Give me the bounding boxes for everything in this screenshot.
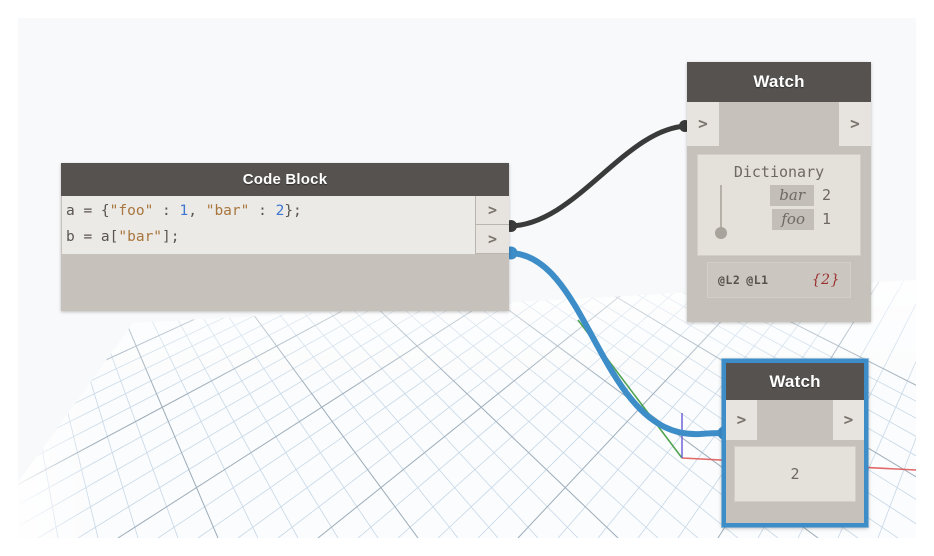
code-token-str: "bar" <box>118 229 162 245</box>
watch2-value-display: 2 <box>734 446 856 502</box>
watch2-output-port[interactable]: > <box>833 400 864 440</box>
watch2-input-port[interactable]: > <box>726 400 757 440</box>
dictionary-value: 2 <box>822 186 834 204</box>
code-token-punc: }; <box>284 203 301 219</box>
code-block-title: Code Block <box>61 163 509 196</box>
watch2-title: Watch <box>726 363 864 400</box>
code-token-num: 1 <box>180 203 189 219</box>
watch1-input-port[interactable]: > <box>687 102 719 146</box>
level-tag-l1[interactable]: @L1 <box>746 273 768 287</box>
dictionary-key: foo <box>772 209 814 230</box>
code-line[interactable]: a = {"foo" : 1, "bar" : 2}; <box>66 198 475 224</box>
code-token-punc: ]; <box>162 229 179 245</box>
output-port-a[interactable]: > <box>476 196 509 225</box>
code-block-editor[interactable]: a = {"foo" : 1, "bar" : 2};b = a["bar"]; <box>62 196 476 254</box>
dynamo-canvas-stage: Code Block a = {"foo" : 1, "bar" : 2};b … <box>0 0 934 556</box>
code-token-num: 2 <box>276 203 285 219</box>
output-port-b[interactable]: > <box>476 225 509 254</box>
watch1-body: Dictionary bar 2 foo 1 @L2 @L1 {2} <box>687 146 871 298</box>
code-token-str: "bar" <box>206 203 250 219</box>
code-block-output-ports: > > <box>476 196 509 254</box>
code-block-body: a = {"foo" : 1, "bar" : 2};b = a["bar"];… <box>61 196 509 311</box>
node-watch-dictionary[interactable]: Watch > > Dictionary bar 2 foo 1 <box>687 62 871 322</box>
code-token-punc: a = { <box>66 203 110 219</box>
tree-node-dot <box>715 227 727 239</box>
watch1-title: Watch <box>687 62 871 102</box>
level-tag-l2[interactable]: @L2 <box>718 273 740 287</box>
tree-connector-line <box>720 185 722 233</box>
watch1-output-port[interactable]: > <box>839 102 871 146</box>
watch1-footer: @L2 @L1 {2} <box>707 262 851 298</box>
node-watch-value[interactable]: Watch > > 2 <box>722 359 868 527</box>
item-count-badge: {2} <box>812 272 840 288</box>
dictionary-entry-row[interactable]: foo 1 <box>708 207 850 231</box>
dictionary-key: bar <box>770 185 814 206</box>
watch2-ports: > > <box>726 400 864 440</box>
code-token-punc: : <box>249 203 275 219</box>
dictionary-entry-row[interactable]: bar 2 <box>708 183 850 207</box>
list-level-tags[interactable]: @L2 @L1 <box>718 273 775 287</box>
dictionary-label: Dictionary <box>708 161 850 183</box>
dictionary-value: 1 <box>822 210 834 228</box>
code-line[interactable]: b = a["bar"]; <box>66 224 475 250</box>
code-token-punc: : <box>153 203 179 219</box>
node-code-block[interactable]: Code Block a = {"foo" : 1, "bar" : 2};b … <box>61 163 509 311</box>
code-token-punc: b = a[ <box>66 229 118 245</box>
watch1-ports: > > <box>687 102 871 146</box>
dictionary-panel[interactable]: Dictionary bar 2 foo 1 <box>697 154 861 256</box>
code-token-punc: , <box>188 203 205 219</box>
code-token-str: "foo" <box>110 203 154 219</box>
